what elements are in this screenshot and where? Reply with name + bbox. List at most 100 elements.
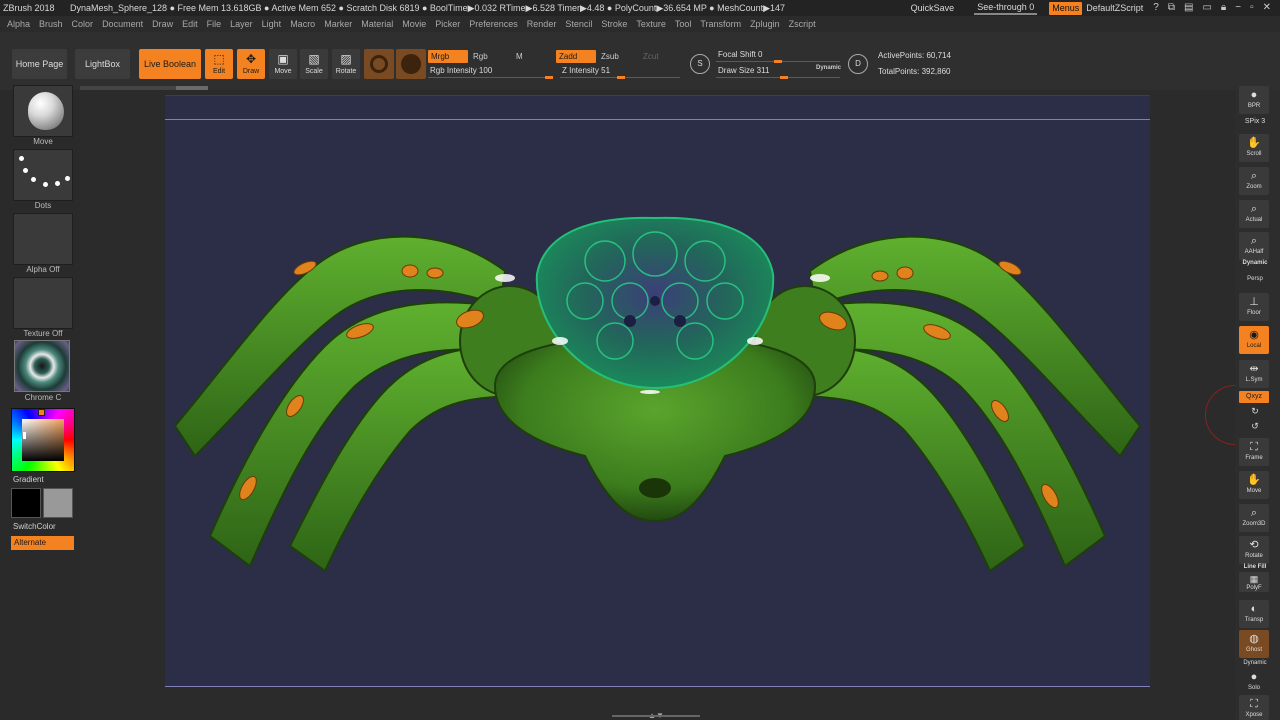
zcut-toggle[interactable]: Zcut: [640, 50, 662, 63]
rotate-button[interactable]: ▨ Rotate: [332, 49, 360, 79]
xyz-rotation-toggle[interactable]: Qxyz: [1239, 391, 1269, 403]
material-button[interactable]: [364, 49, 394, 79]
bottom-tray-handle[interactable]: ▲▼: [612, 712, 700, 720]
move-view-button[interactable]: ✋ Move: [1239, 471, 1269, 499]
minimize-icon[interactable]: −: [1235, 0, 1241, 16]
dynamic-persp-label[interactable]: Dynamic: [1238, 260, 1272, 266]
script-name[interactable]: DefaultZScript: [1086, 0, 1143, 16]
menu-item-picker[interactable]: Picker: [435, 16, 460, 32]
zsub-toggle[interactable]: Zsub: [598, 50, 622, 63]
move-button[interactable]: ▣ Move: [269, 49, 297, 79]
d-brush-icon[interactable]: D: [848, 54, 868, 74]
live-boolean-button[interactable]: Live Boolean: [139, 49, 201, 79]
edit-button[interactable]: ⬚ Edit: [205, 49, 233, 79]
menu-item-stencil[interactable]: Stencil: [565, 16, 592, 32]
color-square[interactable]: [22, 419, 64, 461]
menu-item-file[interactable]: File: [207, 16, 222, 32]
dynamic-label[interactable]: Dynamic: [816, 65, 841, 71]
draw-button[interactable]: ✥ Draw: [237, 49, 265, 79]
menu-item-macro[interactable]: Macro: [290, 16, 315, 32]
mrgb-toggle[interactable]: Mrgb: [428, 50, 468, 63]
menus-button[interactable]: Menus: [1049, 1, 1083, 15]
menu-item-draw[interactable]: Draw: [152, 16, 173, 32]
menu-item-texture[interactable]: Texture: [636, 16, 666, 32]
maximize-icon[interactable]: ▫: [1250, 0, 1254, 16]
color-selector[interactable]: [23, 432, 26, 439]
layout-icon[interactable]: ⧉: [1168, 0, 1175, 16]
color-picker[interactable]: [11, 408, 75, 472]
aahalf-button[interactable]: ⌕ AAHalf: [1239, 232, 1269, 260]
spider-model[interactable]: [165, 96, 1150, 688]
frame-button[interactable]: ⛶ Frame: [1239, 438, 1269, 466]
menu-item-preferences[interactable]: Preferences: [469, 16, 518, 32]
menu-item-alpha[interactable]: Alpha: [7, 16, 30, 32]
material-thumbnail[interactable]: [14, 340, 70, 392]
window-icon[interactable]: ▭: [1202, 0, 1211, 16]
lock-icon[interactable]: 🔒︎: [1221, 0, 1226, 16]
close-icon[interactable]: ✕: [1263, 0, 1271, 16]
polyf-button[interactable]: ▦ PolyF: [1239, 572, 1269, 592]
zoom-button[interactable]: ⌕ Zoom: [1239, 167, 1269, 195]
linefill-label[interactable]: Line Fill: [1238, 564, 1272, 570]
lsym-button[interactable]: ⇹ L.Sym: [1239, 360, 1269, 388]
persp-button[interactable]: Persp: [1238, 276, 1272, 282]
switchcolor-button[interactable]: SwitchColor: [13, 522, 56, 531]
menu-item-zplugin[interactable]: Zplugin: [750, 16, 780, 32]
menu-item-color[interactable]: Color: [72, 16, 94, 32]
texture-thumbnail[interactable]: [13, 277, 73, 329]
z-intensity-slider[interactable]: Z Intensity 51: [560, 65, 680, 79]
menu-item-zscript[interactable]: Zscript: [789, 16, 816, 32]
alpha-thumbnail[interactable]: [13, 213, 73, 265]
bpr-button[interactable]: ● BPR: [1239, 86, 1269, 114]
menu-item-render[interactable]: Render: [527, 16, 557, 32]
help-icon[interactable]: ?: [1153, 0, 1159, 16]
rotate-view-button[interactable]: ⟲ Rotate: [1239, 536, 1269, 564]
secondary-color-swatch[interactable]: [43, 488, 73, 518]
lightbox-button[interactable]: LightBox: [75, 49, 130, 79]
scroll-button[interactable]: ✋ Scroll: [1239, 134, 1269, 162]
actual-button[interactable]: ⌕ Actual: [1239, 200, 1269, 228]
hue-selector[interactable]: [38, 409, 45, 416]
stroke-thumbnail[interactable]: [13, 149, 73, 201]
top-scrollbar[interactable]: [80, 86, 208, 90]
scale-button[interactable]: ▧ Scale: [300, 49, 328, 79]
menu-item-transform[interactable]: Transform: [700, 16, 741, 32]
menu-item-brush[interactable]: Brush: [39, 16, 63, 32]
quicksave-button[interactable]: QuickSave: [911, 0, 955, 16]
dynamic-solo-label[interactable]: Dynamic: [1238, 660, 1272, 666]
palette-icon[interactable]: ▤: [1184, 0, 1193, 16]
scroll-thumb[interactable]: [176, 86, 208, 90]
ghost-button[interactable]: ◍ Ghost: [1239, 630, 1269, 658]
s-brush-icon[interactable]: S: [690, 54, 710, 74]
alternate-button[interactable]: Alternate: [11, 536, 74, 550]
z-rotation-icon[interactable]: ↺: [1238, 421, 1272, 432]
rgb-intensity-slider[interactable]: Rgb Intensity 100: [428, 65, 553, 79]
gradient-label[interactable]: Gradient: [13, 475, 44, 484]
see-through-slider[interactable]: See-through 0: [974, 2, 1038, 15]
menu-item-light[interactable]: Light: [262, 16, 282, 32]
document-canvas[interactable]: [165, 95, 1150, 687]
main-color-swatch[interactable]: [11, 488, 41, 518]
focal-shift-slider[interactable]: Focal Shift 0: [716, 49, 840, 63]
xpose-button[interactable]: ⛶ Xpose: [1239, 695, 1269, 720]
menu-item-document[interactable]: Document: [102, 16, 143, 32]
zoom3d-button[interactable]: ⌕ Zoom3D: [1239, 504, 1269, 532]
menu-item-stroke[interactable]: Stroke: [601, 16, 627, 32]
spix-slider[interactable]: SPix 3: [1238, 118, 1272, 125]
solo-button[interactable]: ● Solo: [1239, 668, 1269, 691]
rgb-toggle[interactable]: Rgb: [470, 50, 491, 63]
local-button[interactable]: ◉ Local: [1239, 326, 1269, 354]
transp-button[interactable]: ◐ Transp: [1239, 600, 1269, 628]
menu-item-tool[interactable]: Tool: [675, 16, 692, 32]
brush-thumbnail[interactable]: [13, 85, 73, 137]
menu-item-marker[interactable]: Marker: [324, 16, 352, 32]
material-swirl-button[interactable]: [396, 49, 426, 79]
menu-item-layer[interactable]: Layer: [230, 16, 253, 32]
menu-item-movie[interactable]: Movie: [402, 16, 426, 32]
home-page-button[interactable]: Home Page: [12, 49, 67, 79]
menu-item-edit[interactable]: Edit: [182, 16, 198, 32]
m-toggle[interactable]: M: [513, 50, 526, 63]
floor-button[interactable]: ⊥ Floor: [1239, 293, 1269, 321]
zadd-toggle[interactable]: Zadd: [556, 50, 596, 63]
y-rotation-icon[interactable]: ↻: [1238, 406, 1272, 417]
